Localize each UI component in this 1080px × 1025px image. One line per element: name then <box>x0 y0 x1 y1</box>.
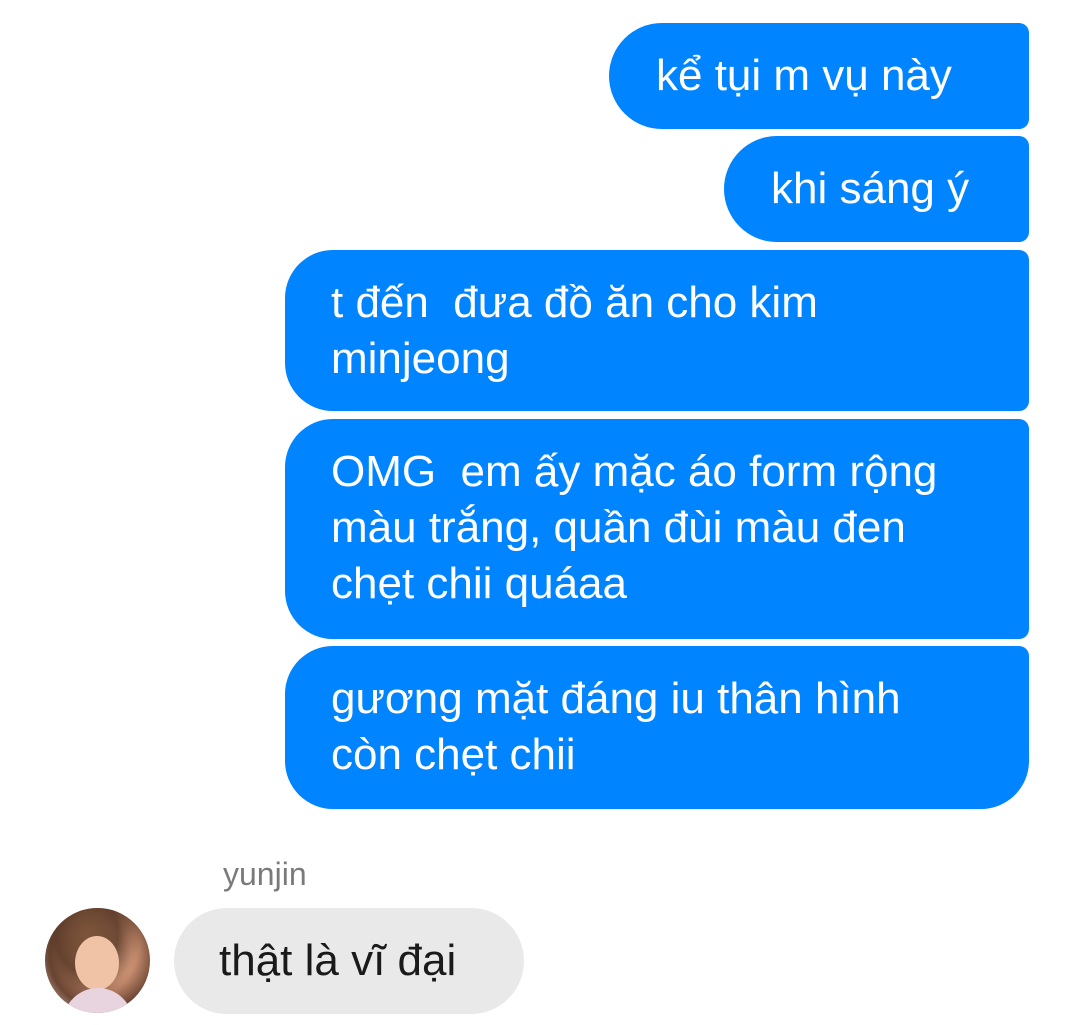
sender-name: yunjin <box>223 856 307 892</box>
avatar-face <box>75 936 119 990</box>
outgoing-message[interactable]: OMG em ấy mặc áo form rộng màu trắng, qu… <box>285 419 1029 639</box>
outgoing-message[interactable]: kể tụi m vụ này <box>609 23 1029 129</box>
outgoing-message[interactable]: khi sáng ý <box>724 136 1029 242</box>
incoming-message[interactable]: thật là vĩ đại <box>174 908 524 1014</box>
outgoing-message[interactable]: t đến đưa đồ ăn cho kim minjeong <box>285 250 1029 411</box>
avatar[interactable] <box>45 908 150 1013</box>
outgoing-message[interactable]: gương mặt đáng iu thân hình còn chẹt chi… <box>285 646 1029 809</box>
